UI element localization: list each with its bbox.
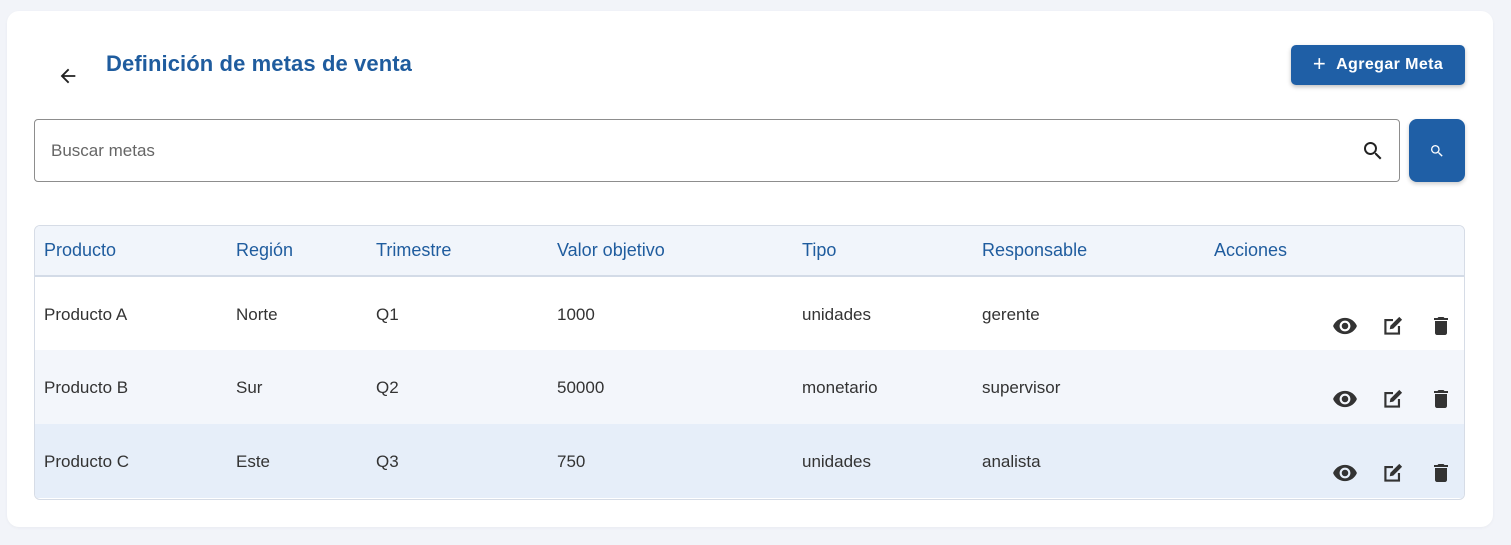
edit-button[interactable]	[1380, 313, 1406, 339]
view-button[interactable]	[1332, 460, 1358, 486]
cell-tipo: unidades	[802, 452, 872, 471]
table-row: Producto A Norte Q1 1000 unidades gerent…	[35, 276, 1464, 350]
cell-region: Sur	[236, 378, 263, 397]
page-title: Definición de metas de venta	[106, 51, 412, 76]
add-goal-label: Agregar Meta	[1336, 56, 1444, 73]
cell-region: Este	[236, 452, 271, 471]
eye-icon	[1333, 390, 1357, 408]
main-card: Definición de metas de venta + Agregar M…	[7, 11, 1493, 527]
view-button[interactable]	[1332, 386, 1358, 412]
cell-producto: Producto C	[44, 452, 130, 471]
search-icon	[1431, 144, 1443, 157]
trash-icon	[1434, 317, 1448, 335]
cell-actions	[1205, 350, 1464, 424]
cell-producto: Producto A	[44, 305, 128, 324]
cell-trimestre: Q3	[376, 452, 399, 471]
search-button[interactable]	[1409, 119, 1465, 182]
edit-icon	[1384, 389, 1403, 408]
cell-responsable: supervisor	[982, 378, 1061, 397]
edit-icon	[1384, 463, 1403, 482]
cell-valor: 50000	[557, 378, 605, 397]
arrow-left-icon	[60, 68, 76, 84]
delete-button[interactable]	[1428, 460, 1454, 486]
column-header-acciones: Acciones	[1214, 240, 1288, 260]
cell-responsable: gerente	[982, 305, 1040, 324]
trash-icon	[1434, 390, 1448, 408]
goals-table: Producto Región Trimestre Valor objetivo…	[34, 225, 1465, 500]
cell-actions	[1205, 276, 1464, 350]
cell-trimestre: Q2	[376, 378, 399, 397]
search-field	[34, 119, 1400, 182]
cell-responsable: analista	[982, 452, 1041, 471]
plus-icon: +	[1312, 51, 1327, 76]
search-icon	[1364, 142, 1382, 160]
add-goal-button[interactable]: + Agregar Meta	[1291, 45, 1465, 85]
column-header-producto[interactable]: Producto	[35, 226, 227, 276]
column-header-valor[interactable]: Valor objetivo	[548, 226, 793, 276]
column-header-responsable[interactable]: Responsable	[973, 226, 1205, 276]
table-header-row: Producto Región Trimestre Valor objetivo…	[35, 226, 1464, 276]
edit-button[interactable]	[1380, 460, 1406, 486]
eye-icon	[1333, 317, 1357, 335]
cell-trimestre: Q1	[376, 305, 399, 324]
cell-valor: 750	[557, 452, 586, 471]
column-header-region[interactable]: Región	[227, 226, 367, 276]
eye-icon	[1333, 464, 1357, 482]
cell-valor: 1000	[557, 305, 595, 324]
table-row: Producto B Sur Q2 50000 monetario superv…	[35, 350, 1464, 424]
cell-tipo: unidades	[802, 305, 872, 324]
search-input[interactable]	[51, 120, 1341, 181]
cell-tipo: monetario	[802, 378, 878, 397]
edit-button[interactable]	[1380, 386, 1406, 412]
cell-producto: Producto B	[44, 378, 129, 397]
trash-icon	[1434, 464, 1448, 482]
cell-region: Norte	[236, 305, 278, 324]
view-button[interactable]	[1332, 313, 1358, 339]
cell-actions	[1205, 424, 1464, 498]
delete-button[interactable]	[1428, 313, 1454, 339]
delete-button[interactable]	[1428, 386, 1454, 412]
column-header-trimestre[interactable]: Trimestre	[367, 226, 548, 276]
back-button[interactable]	[51, 59, 85, 93]
table-row: Producto C Este Q3 750 unidades analista	[35, 424, 1464, 498]
edit-icon	[1384, 316, 1403, 335]
column-header-tipo[interactable]: Tipo	[793, 226, 973, 276]
